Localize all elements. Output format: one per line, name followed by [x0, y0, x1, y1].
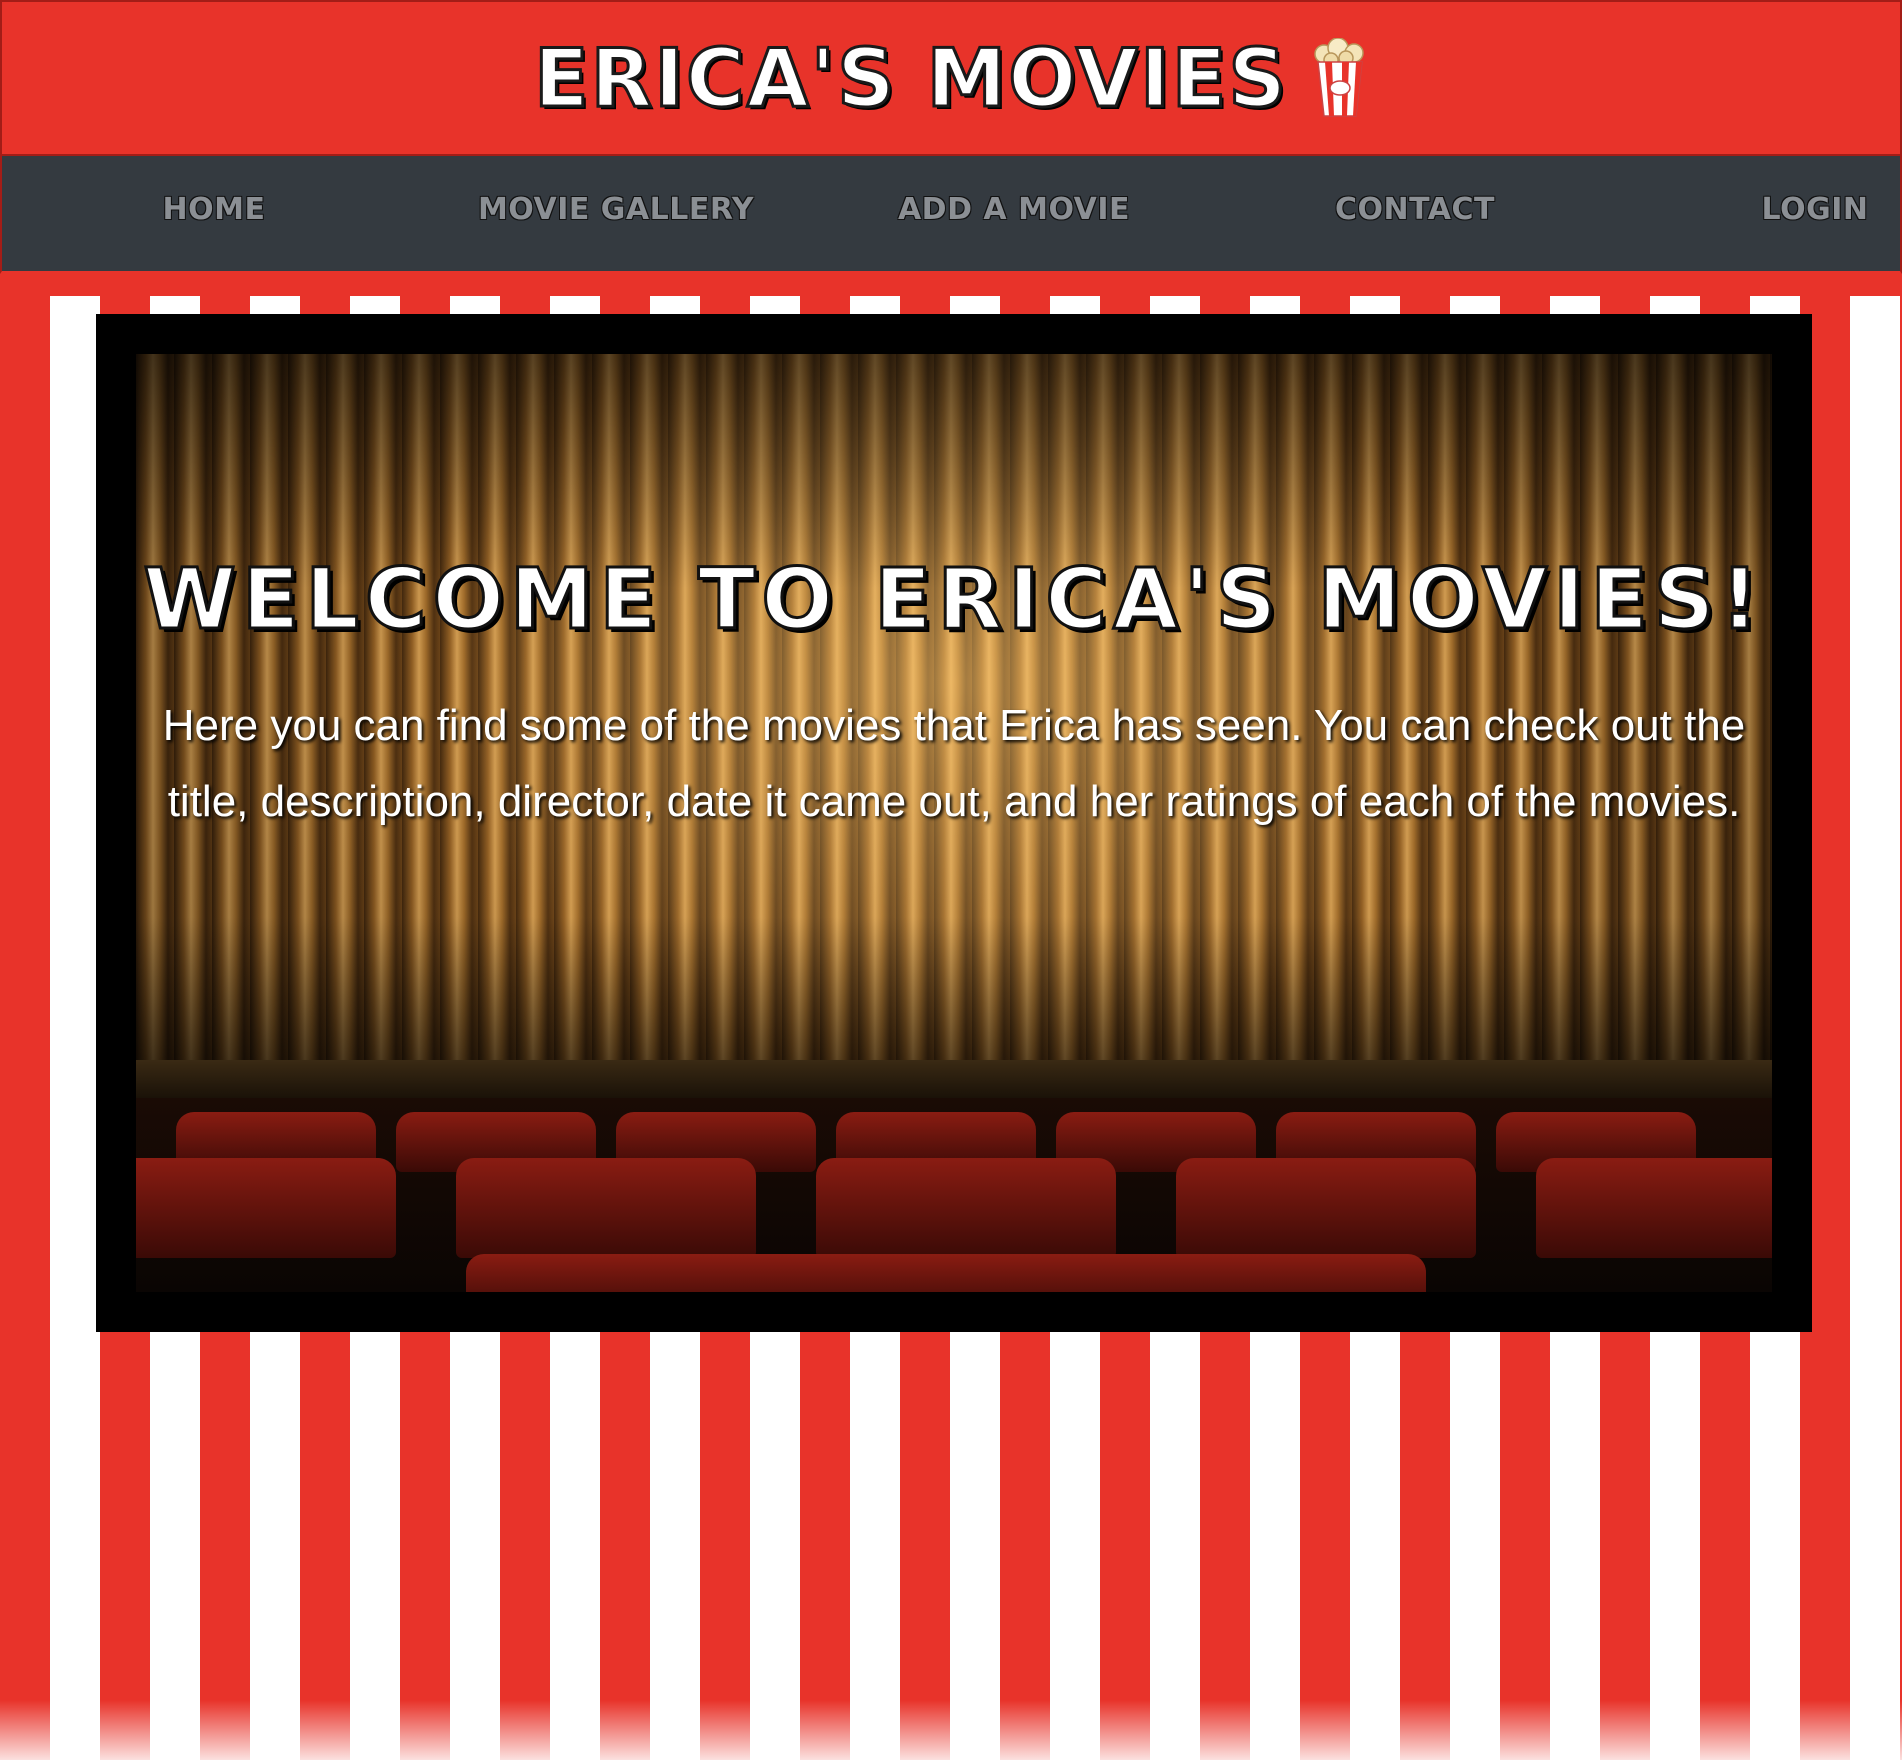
bottom-fade [0, 1700, 1902, 1760]
awning-stripe-cap [0, 274, 1902, 314]
nav-movie-gallery[interactable]: MOVIE GALLERY [478, 192, 754, 227]
nav-add-a-movie[interactable]: ADD A MOVIE [898, 192, 1130, 227]
theater-background-image: WELCOME TO ERICA'S MOVIES! Here you can … [136, 354, 1772, 1292]
nav-login[interactable]: LOGIN [1762, 192, 1869, 227]
hero-heading: WELCOME TO ERICA'S MOVIES! [142, 549, 1765, 650]
site-header: ERICA'S MOVIES [0, 0, 1902, 156]
stage-edge [136, 1060, 1772, 1098]
nav-contact[interactable]: CONTACT [1335, 192, 1495, 227]
main-nav: HOME MOVIE GALLERY ADD A MOVIE CONTACT L… [0, 156, 1902, 274]
nav-home[interactable]: HOME [163, 192, 266, 227]
hero-description: Here you can find some of the movies tha… [162, 701, 1746, 826]
theater-seats [136, 1098, 1772, 1292]
popcorn-icon [1312, 37, 1368, 118]
page: { "header": { "title": "ERICA'S MOVIES",… [0, 0, 1902, 1760]
site-title: ERICA'S MOVIES [532, 30, 1288, 126]
hero-section: WELCOME TO ERICA'S MOVIES! Here you can … [96, 314, 1812, 1332]
